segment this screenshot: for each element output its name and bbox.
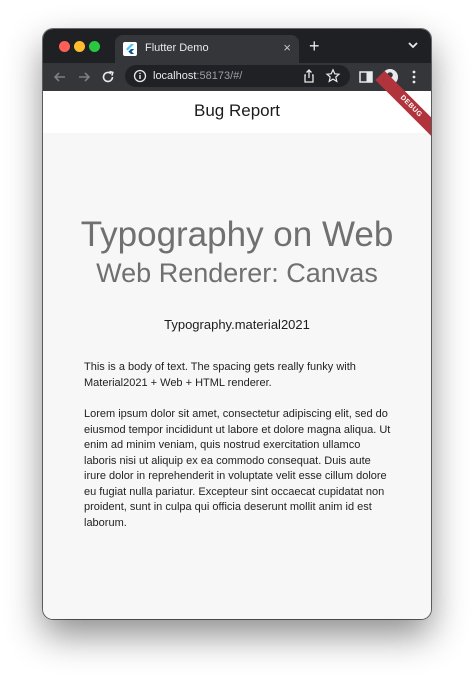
tab-close-icon[interactable]: × xyxy=(283,40,291,56)
share-icon[interactable] xyxy=(301,68,317,84)
back-icon[interactable] xyxy=(51,68,69,86)
url-rest: :58173/#/ xyxy=(196,70,243,82)
typography-style-label: Typography.material2021 xyxy=(164,317,310,332)
bookmark-star-icon[interactable] xyxy=(325,68,341,84)
forward-icon[interactable] xyxy=(75,68,93,86)
flutter-logo-icon xyxy=(123,42,137,56)
page-title: Bug Report xyxy=(194,101,280,120)
site-info-icon[interactable] xyxy=(133,69,147,83)
tab-flutter-demo[interactable]: Flutter Demo × xyxy=(115,35,299,63)
subheadline: Web Renderer: Canvas xyxy=(96,258,378,288)
body-paragraph-2: Lorem ipsum dolor sit amet, consectetur … xyxy=(84,408,391,529)
new-tab-icon[interactable]: + xyxy=(309,36,320,56)
close-window-button[interactable] xyxy=(59,41,70,52)
tab-title: Flutter Demo xyxy=(145,42,209,54)
zoom-window-button[interactable] xyxy=(89,41,100,52)
app-body: Typography on Web Web Renderer: Canvas T… xyxy=(43,133,431,619)
minimize-window-button[interactable] xyxy=(74,41,85,52)
browser-toolbar: localhost:58173/#/ xyxy=(43,63,431,91)
side-panel-icon[interactable] xyxy=(357,68,375,86)
app-bar: Bug Report xyxy=(43,91,431,133)
headline: Typography on Web xyxy=(80,215,394,254)
tab-menu-icon[interactable] xyxy=(405,37,421,53)
url-text: localhost:58173/#/ xyxy=(153,70,242,82)
reload-icon[interactable] xyxy=(99,68,117,86)
more-menu-icon[interactable] xyxy=(405,68,423,86)
address-bar[interactable]: localhost:58173/#/ xyxy=(125,65,350,87)
browser-window: Flutter Demo × + localhost:58173/#/ Bug … xyxy=(43,29,431,619)
body-paragraph-1: This is a body of text. The spacing gets… xyxy=(84,361,356,389)
tab-strip: Flutter Demo × + xyxy=(43,29,431,63)
url-host: localhost xyxy=(153,70,197,82)
